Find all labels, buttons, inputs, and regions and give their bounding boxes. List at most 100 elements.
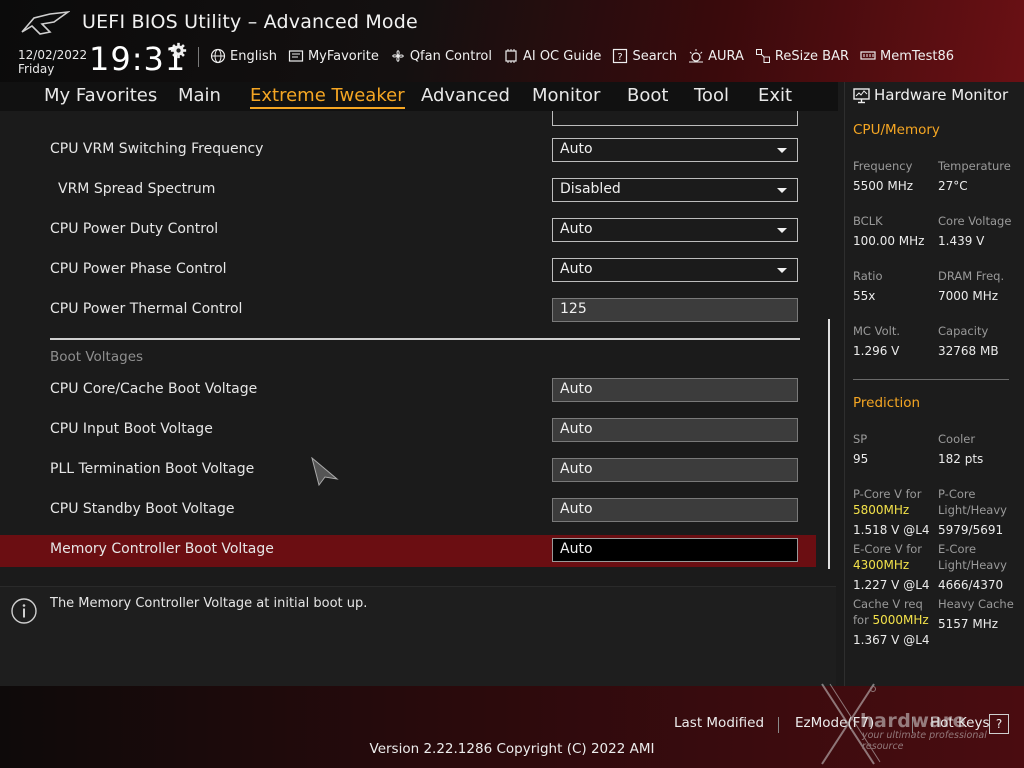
hw-value: 1.367 V @L4 xyxy=(853,633,930,647)
setting-row[interactable]: CPU Standby Boot Voltage Auto xyxy=(0,495,816,527)
setting-label: PLL Termination Boot Voltage xyxy=(50,461,255,477)
select-value: Auto xyxy=(560,261,593,277)
setting-label: CPU Power Phase Control xyxy=(50,261,227,277)
hw-value: 1.439 V xyxy=(938,234,985,248)
hw-label: E-Core xyxy=(938,542,977,556)
group-label-boot-voltages: Boot Voltages xyxy=(50,349,144,365)
tool-ai-oc-guide-label: AI OC Guide xyxy=(522,48,602,64)
tool-search[interactable]: ? Search xyxy=(612,48,677,64)
settings-list: CPU VRM Switching Frequency Auto VRM Spr… xyxy=(0,111,836,577)
hw-label: DRAM Freq. xyxy=(938,269,1005,283)
tool-memtest86-label: MemTest86 xyxy=(880,48,955,64)
tab-advanced[interactable]: Advanced xyxy=(421,82,510,111)
tab-extreme-tweaker[interactable]: Extreme Tweaker xyxy=(250,82,405,109)
favorite-icon xyxy=(288,50,304,62)
tool-aura[interactable]: AURA xyxy=(688,48,744,64)
hw-value: 5500 MHz xyxy=(853,179,914,193)
setting-row[interactable]: CPU Power Phase Control Auto xyxy=(0,255,816,287)
toolbar: English MyFavorite Qfan Control AI OC Gu… xyxy=(210,46,965,66)
tab-main[interactable]: Main xyxy=(178,82,221,111)
globe-icon xyxy=(210,48,226,64)
setting-row[interactable]: PLL Termination Boot Voltage Auto xyxy=(0,455,816,487)
select-value: Auto xyxy=(560,141,593,157)
hw-value: 4666/4370 xyxy=(938,578,1004,592)
cpu-core-cache-boot-voltage-input[interactable]: Auto xyxy=(552,378,798,402)
hw-freq: 5000MHz xyxy=(872,613,929,627)
tool-myfavorite-label: MyFavorite xyxy=(307,48,379,64)
setting-label: CPU VRM Switching Frequency xyxy=(50,141,264,157)
tab-boot[interactable]: Boot xyxy=(627,82,668,111)
hw-value: 95 xyxy=(853,452,869,466)
select-value: Disabled xyxy=(560,181,621,197)
hw-label: Cache V req xyxy=(853,597,923,611)
pll-termination-boot-voltage-input[interactable]: Auto xyxy=(552,458,798,482)
hw-freq: 4300MHz xyxy=(853,558,910,572)
tool-qfan[interactable]: Qfan Control xyxy=(390,48,492,64)
hw-label: E-Core V for xyxy=(853,542,923,556)
cpu-vrm-switching-frequency-select[interactable]: Auto xyxy=(552,138,798,162)
setting-row[interactable]: CPU Power Duty Control Auto xyxy=(0,215,816,247)
hardware-monitor-panel: Hardware Monitor CPU/Memory Frequency 55… xyxy=(844,82,1024,686)
setting-label: VRM Spread Spectrum xyxy=(58,181,216,197)
setting-row[interactable]: CPU VRM Switching Frequency Auto xyxy=(0,135,816,167)
scrollbar[interactable] xyxy=(828,319,830,569)
setting-row[interactable]: CPU Input Boot Voltage Auto xyxy=(0,415,816,447)
tool-english-label: English xyxy=(230,48,277,64)
hw-value: 27°C xyxy=(938,179,968,193)
setting-row-selected[interactable]: Memory Controller Boot Voltage Auto xyxy=(0,535,816,567)
help-panel: The Memory Controller Voltage at initial… xyxy=(0,586,836,687)
hw-label: MC Volt. xyxy=(853,324,900,338)
hw-value: 1.227 V @L4 xyxy=(853,578,930,592)
tool-aura-label: AURA xyxy=(708,48,744,64)
memory-controller-boot-voltage-input[interactable]: Auto xyxy=(552,538,798,562)
hw-label: Light/Heavy xyxy=(938,558,1007,572)
cpu-input-boot-voltage-input[interactable]: Auto xyxy=(552,418,798,442)
header-divider xyxy=(198,47,199,67)
setting-clipped-select[interactable] xyxy=(552,111,798,126)
setting-label: CPU Input Boot Voltage xyxy=(50,421,213,437)
mouse-cursor-icon xyxy=(311,457,339,487)
chevron-down-icon xyxy=(777,268,787,273)
date-text: 12/02/2022 xyxy=(18,48,88,62)
search-help-icon: ? xyxy=(613,48,628,64)
hw-freq: 5800MHz xyxy=(853,503,910,517)
last-modified-button[interactable]: Last Modified xyxy=(674,715,764,731)
memtest-icon xyxy=(860,51,876,60)
chevron-down-icon xyxy=(777,148,787,153)
day-text: Friday xyxy=(18,62,55,76)
help-text: The Memory Controller Voltage at initial… xyxy=(50,596,368,611)
tool-resize-bar[interactable]: ReSize BAR xyxy=(755,48,849,64)
cpu-power-phase-control-select[interactable]: Auto xyxy=(552,258,798,282)
setting-label: CPU Core/Cache Boot Voltage xyxy=(50,381,258,397)
monitor-icon xyxy=(853,87,870,103)
tab-exit[interactable]: Exit xyxy=(758,82,792,111)
cpu-power-duty-control-select[interactable]: Auto xyxy=(552,218,798,242)
watermark: hardware your ultimate professional reso… xyxy=(808,676,1024,768)
cpu-power-thermal-control-input[interactable]: 125 xyxy=(552,298,798,322)
gear-icon[interactable] xyxy=(170,42,187,59)
setting-label: CPU Power Thermal Control xyxy=(50,301,243,317)
hw-value: 7000 MHz xyxy=(938,289,999,303)
cpu-memory-section-title: CPU/Memory xyxy=(853,122,940,138)
main-menu-bar: My Favorites Main Extreme Tweaker Advanc… xyxy=(0,82,838,111)
aura-icon xyxy=(689,49,704,63)
tool-ai-oc-guide[interactable]: AI OC Guide xyxy=(503,48,601,64)
setting-row[interactable]: CPU Power Thermal Control 125 xyxy=(0,295,816,327)
tool-memtest86[interactable]: MemTest86 xyxy=(860,48,954,64)
hw-label: Temperature xyxy=(938,159,1011,173)
cpu-standby-boot-voltage-input[interactable]: Auto xyxy=(552,498,798,522)
setting-row[interactable]: VRM Spread Spectrum Disabled xyxy=(0,175,816,207)
prediction-section-title: Prediction xyxy=(853,395,921,411)
hw-label: Capacity xyxy=(938,324,989,338)
tool-myfavorite[interactable]: MyFavorite xyxy=(288,48,379,64)
tool-english[interactable]: English xyxy=(210,48,277,64)
tab-monitor[interactable]: Monitor xyxy=(532,82,600,111)
footer-divider xyxy=(778,717,779,733)
vrm-spread-spectrum-select[interactable]: Disabled xyxy=(552,178,798,202)
tab-my-favorites[interactable]: My Favorites xyxy=(44,82,157,111)
setting-label: CPU Standby Boot Voltage xyxy=(50,501,235,517)
tab-tool[interactable]: Tool xyxy=(694,82,729,111)
setting-row[interactable]: CPU Core/Cache Boot Voltage Auto xyxy=(0,375,816,407)
chevron-down-icon xyxy=(777,228,787,233)
hw-label-for: for xyxy=(853,613,869,627)
